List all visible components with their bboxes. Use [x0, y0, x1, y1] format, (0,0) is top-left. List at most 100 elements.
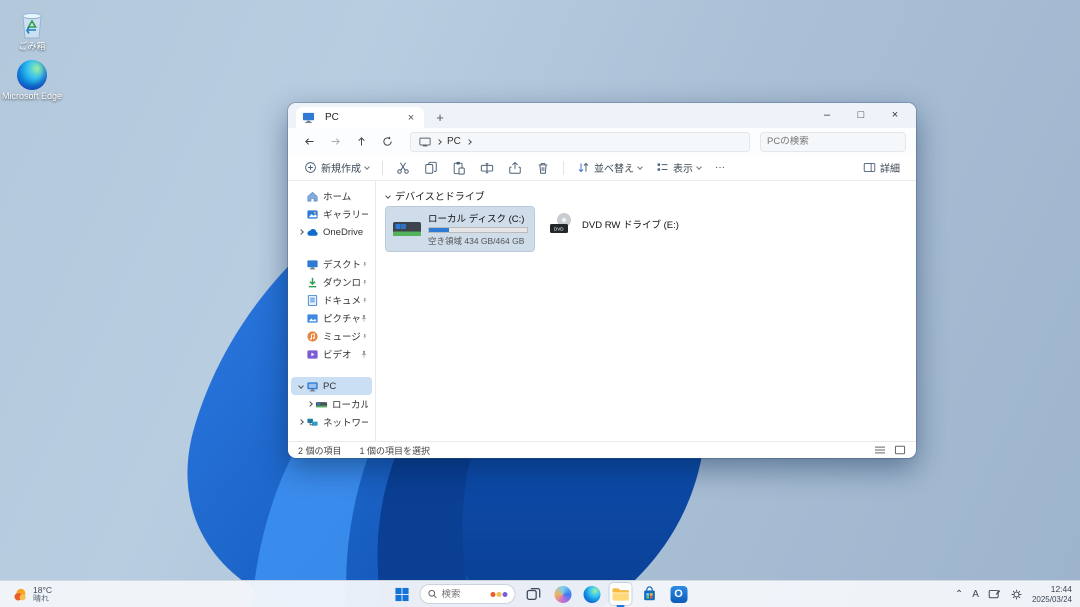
sidebar-item-home[interactable]: ホーム — [291, 187, 372, 205]
drive-tile-dvd-rw-e[interactable]: DVD DVD RW ドライブ (E:) — [542, 207, 685, 241]
sidebar-item-gallery[interactable]: ギャラリー — [291, 205, 372, 223]
sidebar-item-desktop[interactable]: デスクトップ — [291, 255, 372, 273]
edge-icon — [17, 60, 47, 90]
chevron-down-icon — [696, 164, 702, 170]
close-button[interactable]: × — [878, 103, 912, 127]
chevron-down-icon — [364, 164, 370, 170]
outlook-button[interactable]: O — [668, 583, 690, 605]
cut-button[interactable] — [390, 157, 416, 179]
status-bar: 2 個の項目 1 個の項目を選択 — [288, 441, 916, 458]
pc-icon — [302, 111, 315, 124]
ime-indicator[interactable]: A — [972, 589, 979, 600]
pin-icon — [362, 296, 368, 305]
navigation-bar: PC — [288, 128, 916, 155]
new-button-label: 新規作成 — [321, 160, 361, 175]
pen-touch-icon[interactable] — [988, 588, 1001, 601]
navigation-pane: ホーム ギャラリー OneDrive デスクトップ — [288, 181, 376, 441]
back-icon — [303, 135, 316, 148]
maximize-button[interactable]: □ — [844, 103, 878, 127]
rename-button[interactable] — [474, 157, 500, 179]
taskbar-search[interactable] — [420, 584, 516, 604]
capacity-bar — [428, 227, 528, 233]
sidebar-item-documents[interactable]: ドキュメント — [291, 291, 372, 309]
plus-circle-icon — [304, 161, 317, 174]
desktop-icon-recycle-bin[interactable]: ごみ箱 — [0, 8, 64, 52]
hidden-icons-chevron[interactable]: ⌃ — [955, 589, 963, 600]
copy-button[interactable] — [418, 157, 444, 179]
downloads-icon — [306, 276, 319, 289]
sidebar-item-label: ビデオ — [323, 347, 352, 361]
file-explorer-window: PC × + – □ × PC — [288, 103, 916, 458]
store-button[interactable] — [639, 583, 661, 605]
large-icons-view-icon[interactable] — [894, 445, 906, 455]
start-button[interactable] — [391, 583, 413, 605]
clock[interactable]: 12:44 2025/03/24 — [1032, 585, 1072, 604]
up-button[interactable] — [350, 131, 372, 153]
recycle-bin-icon — [17, 8, 47, 40]
details-pane-icon — [863, 161, 876, 174]
view-button[interactable]: 表示 — [650, 157, 707, 179]
sidebar-item-pictures[interactable]: ピクチャ — [291, 309, 372, 327]
minimize-button[interactable]: – — [810, 103, 844, 127]
tab-strip: PC × + – □ × — [288, 103, 916, 128]
svg-text:DVD: DVD — [554, 227, 564, 232]
sidebar-item-local-disk[interactable]: ローカル ディスク — [300, 395, 372, 413]
sidebar-item-downloads[interactable]: ダウンロード — [291, 273, 372, 291]
tab-close-icon[interactable]: × — [404, 112, 418, 124]
forward-button[interactable] — [324, 131, 346, 153]
paste-button[interactable] — [446, 157, 472, 179]
task-view-button[interactable] — [523, 583, 545, 605]
hard-drive-icon — [392, 216, 422, 242]
settings-gear-icon[interactable] — [1010, 588, 1023, 601]
share-button[interactable] — [502, 157, 528, 179]
chevron-right-icon[interactable] — [307, 401, 313, 407]
weather-sunny-icon — [12, 587, 28, 603]
group-header-devices[interactable]: デバイスとドライブ — [386, 188, 906, 203]
tab-pc[interactable]: PC × — [296, 107, 424, 128]
sort-button[interactable]: 並べ替え — [571, 157, 648, 179]
more-button[interactable]: ··· — [709, 157, 731, 179]
tray-time: 12:44 — [1032, 585, 1072, 595]
chevron-down-icon[interactable] — [298, 383, 304, 389]
explorer-search-input[interactable] — [767, 136, 899, 147]
address-bar[interactable]: PC — [410, 132, 750, 152]
edge-button[interactable] — [581, 583, 603, 605]
sidebar-item-network[interactable]: ネットワーク — [291, 413, 372, 431]
sidebar-item-label: ダウンロード — [323, 275, 362, 289]
details-view-icon[interactable] — [874, 445, 886, 455]
sidebar-item-onedrive[interactable]: OneDrive — [291, 223, 372, 241]
content-pane: デバイスとドライブ ローカル ディスク (C:) 空き領域 434 GB/464… — [376, 181, 916, 441]
delete-button[interactable] — [530, 157, 556, 179]
sidebar-item-label: ピクチャ — [323, 311, 360, 325]
widgets-button[interactable]: 18°C 晴れ — [6, 581, 58, 607]
chevron-right-icon[interactable] — [298, 419, 304, 425]
sidebar-item-music[interactable]: ミュージック — [291, 327, 372, 345]
back-button[interactable] — [298, 131, 320, 153]
desktop-icon-edge[interactable]: Microsoft Edge — [0, 60, 64, 102]
desktop-icon — [306, 258, 319, 271]
search-highlights-icon — [491, 592, 508, 597]
new-button[interactable]: 新規作成 — [298, 157, 375, 179]
file-explorer-button[interactable] — [610, 583, 632, 605]
taskbar-search-input[interactable] — [442, 589, 486, 600]
view-icon — [656, 161, 669, 174]
sidebar-item-pc[interactable]: PC — [291, 377, 372, 395]
copilot-button[interactable] — [552, 583, 574, 605]
pin-icon — [362, 332, 368, 341]
breadcrumb-chevron-icon — [466, 139, 472, 145]
rename-icon — [480, 161, 494, 175]
new-tab-button[interactable]: + — [430, 107, 450, 127]
sidebar-item-videos[interactable]: ビデオ — [291, 345, 372, 363]
chevron-right-icon[interactable] — [298, 229, 304, 235]
pc-icon — [419, 136, 431, 148]
explorer-search[interactable] — [760, 132, 906, 152]
view-button-label: 表示 — [673, 160, 693, 175]
refresh-button[interactable] — [376, 131, 398, 153]
music-icon — [306, 330, 319, 343]
sort-button-label: 並べ替え — [594, 160, 634, 175]
breadcrumb-pc[interactable]: PC — [447, 136, 461, 147]
chevron-down-icon[interactable] — [385, 193, 391, 199]
drive-tile-local-disk-c[interactable]: ローカル ディスク (C:) 空き領域 434 GB/464 GB — [386, 207, 534, 251]
onedrive-icon — [306, 226, 319, 239]
details-pane-button[interactable]: 詳細 — [857, 157, 906, 179]
